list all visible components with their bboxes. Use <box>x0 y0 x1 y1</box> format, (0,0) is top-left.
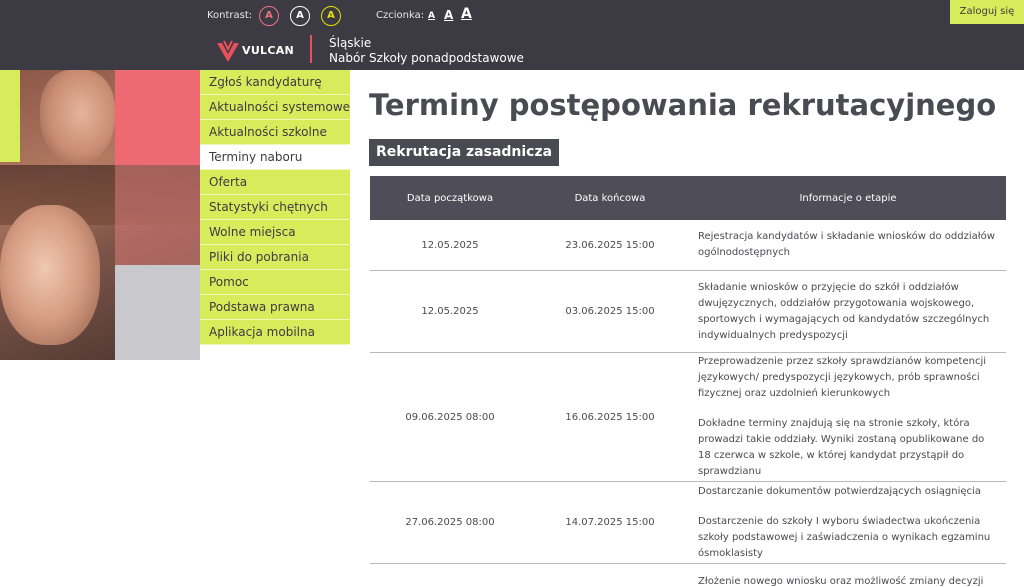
schedule-table: Data początkowa Data końcowa Informacje … <box>370 176 1006 587</box>
contrast-option-white[interactable]: A <box>290 6 310 26</box>
contrast-option-yellow[interactable]: A <box>321 6 341 26</box>
stage-info-cell: Złożenie nowego wniosku oraz możliwość z… <box>690 564 1006 587</box>
column-header-start-date: Data początkowa <box>406 192 494 204</box>
contrast-option-pink[interactable]: A <box>259 6 279 26</box>
menu-item-wolne-miejsca[interactable]: Wolne miejsca <box>200 220 350 245</box>
decor-block-pink <box>115 70 200 165</box>
menu-item-pliki-do-pobrania[interactable]: Pliki do pobrania <box>200 245 350 270</box>
column-header-end-date: Data końcowa <box>574 192 646 204</box>
stage-info-cell: Przeprowadzenie przez szkoły sprawdzianó… <box>690 353 1006 481</box>
stage-info-cell: Dostarczanie dokumentów potwierdzających… <box>690 482 1006 563</box>
menu-item-pomoc[interactable]: Pomoc <box>200 270 350 295</box>
side-menu: Zgłoś kandydaturę Aktualności systemowe … <box>200 70 350 345</box>
stage-info-text: Dostarczanie dokumentów potwierdzających… <box>698 485 981 497</box>
table-row: Złożenie nowego wniosku oraz możliwość z… <box>370 564 1006 587</box>
decor-block-pink-overlay <box>115 165 200 265</box>
page-title: Terminy postępowania rekrutacyjnego <box>369 88 997 122</box>
menu-item-terminy-naboru[interactable]: Terminy naboru <box>200 145 350 170</box>
end-date-cell: 16.06.2025 15:00 <box>565 411 655 423</box>
start-date-cell: 27.06.2025 08:00 <box>405 517 495 528</box>
login-button[interactable]: Zaloguj się <box>950 0 1024 24</box>
stage-info-text: Składanie wniosków o przyjęcie do szkół … <box>698 281 990 341</box>
system-name: Nabór Szkoły ponadpodstawowe <box>329 51 524 65</box>
font-size-large[interactable]: A <box>461 6 472 22</box>
stage-info-cell: Rejestracja kandydatów i składanie wnios… <box>690 220 1006 270</box>
table-row: 09.06.2025 08:00 16.06.2025 15:00 Przepr… <box>370 353 1006 482</box>
decor-block-grey <box>115 265 200 360</box>
contrast-label: Kontrast: <box>207 10 253 21</box>
photo-face-bottom <box>0 205 100 345</box>
photo-face-top <box>40 70 115 165</box>
start-date-cell: 12.05.2025 <box>421 306 479 317</box>
table-row: 12.05.2025 03.06.2025 15:00 Składanie wn… <box>370 271 1006 353</box>
stage-info-text: Złożenie nowego wniosku oraz możliwość z… <box>698 576 984 587</box>
menu-item-aktualnosci-systemowe[interactable]: Aktualności systemowe <box>200 95 350 120</box>
column-header-stage-info: Informacje o etapie <box>799 192 897 204</box>
header-divider <box>310 35 312 63</box>
decor-block-green <box>0 70 20 162</box>
end-date-cell: 14.07.2025 15:00 <box>565 517 655 528</box>
font-size-medium[interactable]: A <box>444 8 453 22</box>
end-date-cell: 23.06.2025 15:00 <box>565 239 655 251</box>
menu-item-statystyki-chetnych[interactable]: Statystyki chętnych <box>200 195 350 220</box>
menu-item-oferta[interactable]: Oferta <box>200 170 350 195</box>
vulcan-logo-icon <box>217 40 239 62</box>
table-row: 27.06.2025 08:00 14.07.2025 15:00 Dostar… <box>370 482 1006 564</box>
table-header: Data początkowa Data końcowa Informacje … <box>370 176 1006 220</box>
section-title: Rekrutacja zasadnicza <box>369 139 560 166</box>
region-name: Śląskie <box>329 36 372 50</box>
table-row: 12.05.2025 23.06.2025 15:00 Rejestracja … <box>370 220 1006 271</box>
menu-item-aktualnosci-szkolne[interactable]: Aktualności szkolne <box>200 120 350 145</box>
stage-info-text: Przeprowadzenie przez szkoły sprawdzianó… <box>698 356 987 399</box>
stage-info-cell: Składanie wniosków o przyjęcie do szkół … <box>690 271 1006 352</box>
stage-info-note: Dokładne terminy znajdują się na stronie… <box>698 418 985 477</box>
region-title: Śląskie Nabór Szkoły ponadpodstawowe <box>329 36 524 66</box>
stage-info-text: Rejestracja kandydatów i składanie wnios… <box>698 231 995 258</box>
menu-item-podstawa-prawna[interactable]: Podstawa prawna <box>200 295 350 320</box>
font-size-small[interactable]: A <box>428 11 435 21</box>
logo-text: VULCAN <box>242 44 295 57</box>
end-date-cell: 03.06.2025 15:00 <box>565 306 655 317</box>
vulcan-logo[interactable]: VULCAN <box>215 38 295 64</box>
top-header: Kontrast: A A A Czcionka: A A A Zaloguj … <box>0 0 1024 70</box>
menu-item-aplikacja-mobilna[interactable]: Aplikacja mobilna <box>200 320 350 345</box>
menu-item-zglos-kandydature[interactable]: Zgłoś kandydaturę <box>200 70 350 95</box>
start-date-cell: 09.06.2025 08:00 <box>405 411 495 423</box>
stage-info-note: Dostarczenie do szkoły I wyboru świadect… <box>698 515 991 559</box>
font-size-label: Czcionka: <box>376 10 425 21</box>
start-date-cell: 12.05.2025 <box>421 239 479 251</box>
